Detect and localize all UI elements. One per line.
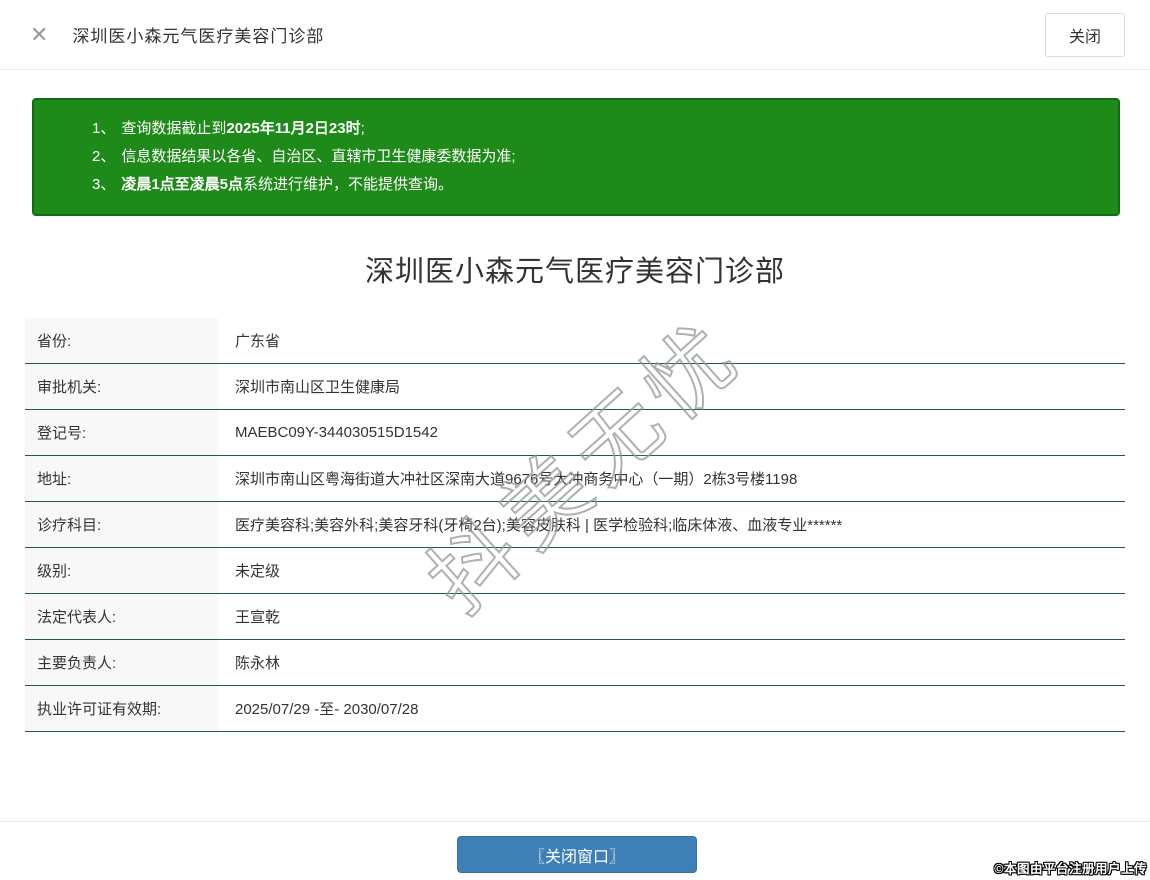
row-label: 省份:: [25, 318, 218, 363]
notice-item-text: 查询数据截止到: [121, 120, 227, 137]
table-row-medical-subjects: 诊疗科目: 医疗美容科;美容外科;美容牙科(牙椅2台);美容皮肤科 | 医学检验…: [25, 502, 1125, 548]
row-label: 地址:: [25, 456, 218, 501]
table-row-legal-representative: 法定代表人: 王宣乾: [25, 594, 1125, 640]
row-value: MAEBC09Y-344030515D1542: [235, 424, 438, 441]
table-row-license-validity: 执业许可证有效期: 2025/07/29 -至- 2030/07/28: [25, 686, 1125, 732]
row-value: 2025/07/29 -至- 2030/07/28: [235, 701, 419, 718]
notice-item-text: 信息数据结果以各省、自治区、直辖市卫生健康委数据为准;: [121, 148, 516, 165]
notice-item-number: 1、: [92, 120, 116, 137]
row-label: 诊疗科目:: [25, 502, 218, 547]
top-header-bar: ✕ 深圳医小森元气医疗美容门诊部 关闭: [0, 0, 1150, 70]
row-value: 医疗美容科;美容外科;美容牙科(牙椅2台);美容皮肤科 | 医学检验科;临床体液…: [235, 517, 843, 534]
copyright-watermark: ©本图由平台注册用户上传: [994, 862, 1147, 876]
notice-item-text: 系统进行维护，不能提供查询。: [243, 176, 454, 193]
row-value: 广东省: [235, 333, 281, 350]
row-value: 王宣乾: [235, 609, 281, 626]
close-x-icon[interactable]: ✕: [30, 23, 48, 46]
footer-divider: [0, 821, 1150, 822]
row-label: 登记号:: [25, 410, 218, 455]
close-window-button[interactable]: 〖关闭窗口〗: [457, 836, 697, 873]
close-button[interactable]: 关闭: [1044, 12, 1125, 57]
row-label: 审批机关:: [25, 364, 218, 409]
notice-item-text: ;: [360, 120, 365, 137]
notice-item-bold-text: 2025年11月2日23时: [226, 120, 361, 137]
row-label: 法定代表人:: [25, 594, 218, 639]
row-label: 级别:: [25, 548, 218, 593]
table-row-address: 地址: 深圳市南山区粤海街道大冲社区深南大道9676号大冲商务中心（一期）2栋3…: [25, 456, 1125, 502]
row-value: 陈永林: [235, 655, 281, 672]
notice-item-number: 2、: [92, 148, 116, 165]
table-row-level: 级别: 未定级: [25, 548, 1125, 594]
table-row-approval-authority: 审批机关: 深圳市南山区卫生健康局: [25, 364, 1125, 410]
row-value: 深圳市南山区粤海街道大冲社区深南大道9676号大冲商务中心（一期）2栋3号楼11…: [235, 471, 798, 488]
notice-item-number: 3、: [92, 176, 116, 193]
row-label: 执业许可证有效期:: [25, 686, 218, 731]
row-value: 未定级: [235, 563, 281, 580]
table-row-registration-number: 登记号: MAEBC09Y-344030515D1542: [25, 410, 1125, 456]
window-title: 深圳医小森元气医疗美容门诊部: [72, 27, 325, 46]
notice-item-1: 1、 查询数据截止到2025年11月2日23时;: [92, 115, 1098, 143]
row-value: 深圳市南山区卫生健康局: [235, 379, 401, 396]
row-label: 主要负责人:: [25, 640, 218, 685]
notice-item-bold-text: 凌晨1点至凌晨5点: [121, 176, 244, 193]
table-row-province: 省份: 广东省: [25, 318, 1125, 364]
institution-info-table: 省份: 广东省 审批机关: 深圳市南山区卫生健康局 登记号: MAEBC09Y-…: [25, 318, 1125, 732]
table-row-main-person-in-charge: 主要负责人: 陈永林: [25, 640, 1125, 686]
page-title: 深圳医小森元气医疗美容门诊部: [364, 256, 785, 288]
notice-banner: 1、 查询数据截止到2025年11月2日23时; 2、 信息数据结果以各省、自治区、…: [32, 98, 1120, 216]
notice-item-3: 3、 凌晨1点至凌晨5点系统进行维护，不能提供查询。: [92, 171, 1098, 199]
notice-item-2: 2、 信息数据结果以各省、自治区、直辖市卫生健康委数据为准;: [92, 143, 1098, 171]
